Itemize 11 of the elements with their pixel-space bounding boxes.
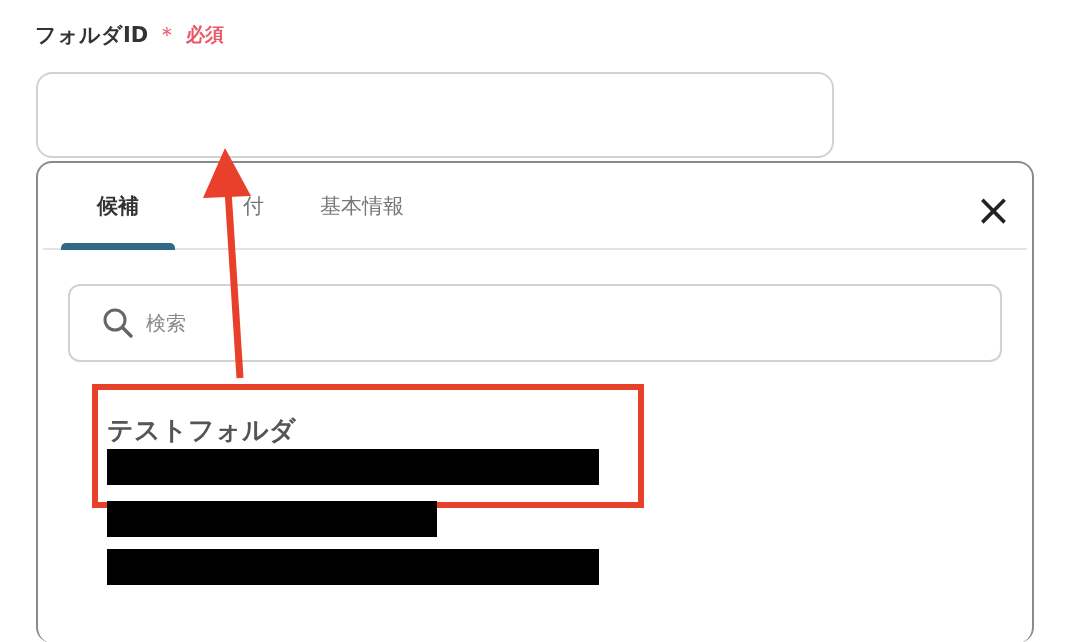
- field-label: フォルダID: [35, 22, 149, 49]
- tab[interactable]: 候補: [61, 163, 175, 248]
- search-field[interactable]: 検索: [68, 284, 1002, 362]
- required-label: 必須: [186, 22, 225, 47]
- required-mark: ＊: [156, 21, 179, 49]
- tab[interactable]: 基本情報: [302, 163, 422, 248]
- folder-id-input[interactable]: [36, 72, 834, 158]
- tab[interactable]: 付: [175, 163, 282, 248]
- close-button[interactable]: ×: [975, 193, 1009, 227]
- folder-name[interactable]: テストフォルダ: [107, 412, 599, 448]
- search-icon: [102, 307, 134, 339]
